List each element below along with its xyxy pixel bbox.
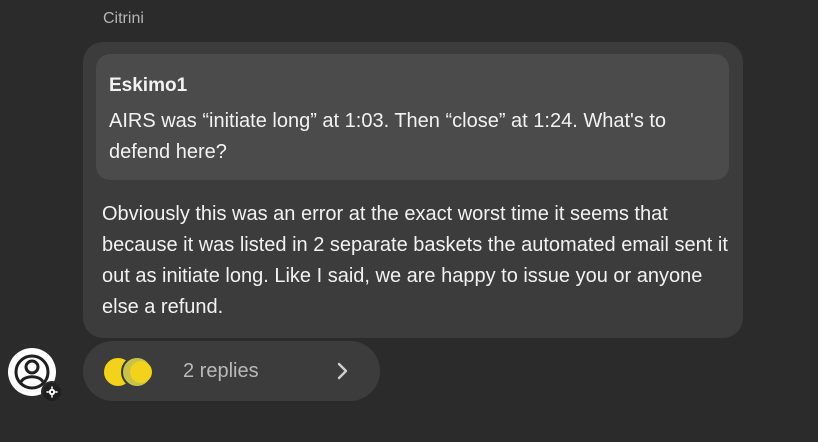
user-avatar[interactable] — [8, 348, 63, 403]
replies-button[interactable]: 2 replies — [83, 341, 380, 401]
quoted-author: Eskimo1 — [109, 75, 188, 96]
message-bubble: Eskimo1 AIRS was “initiate long” at 1:03… — [83, 42, 743, 338]
message-text: Obviously this was an error at the exact… — [102, 203, 728, 318]
sender-name: Citrini — [103, 10, 144, 27]
quoted-message[interactable]: Eskimo1 AIRS was “initiate long” at 1:03… — [96, 54, 729, 180]
reply-avatars — [101, 355, 175, 389]
replies-count-label: 2 replies — [183, 360, 259, 382]
user-avatar-icon — [102, 356, 153, 388]
chevron-right-icon — [337, 362, 348, 380]
gear-icon — [46, 386, 58, 398]
quoted-text: AIRS was “initiate long” at 1:03. Then “… — [109, 110, 667, 163]
avatar-badge — [41, 381, 63, 403]
